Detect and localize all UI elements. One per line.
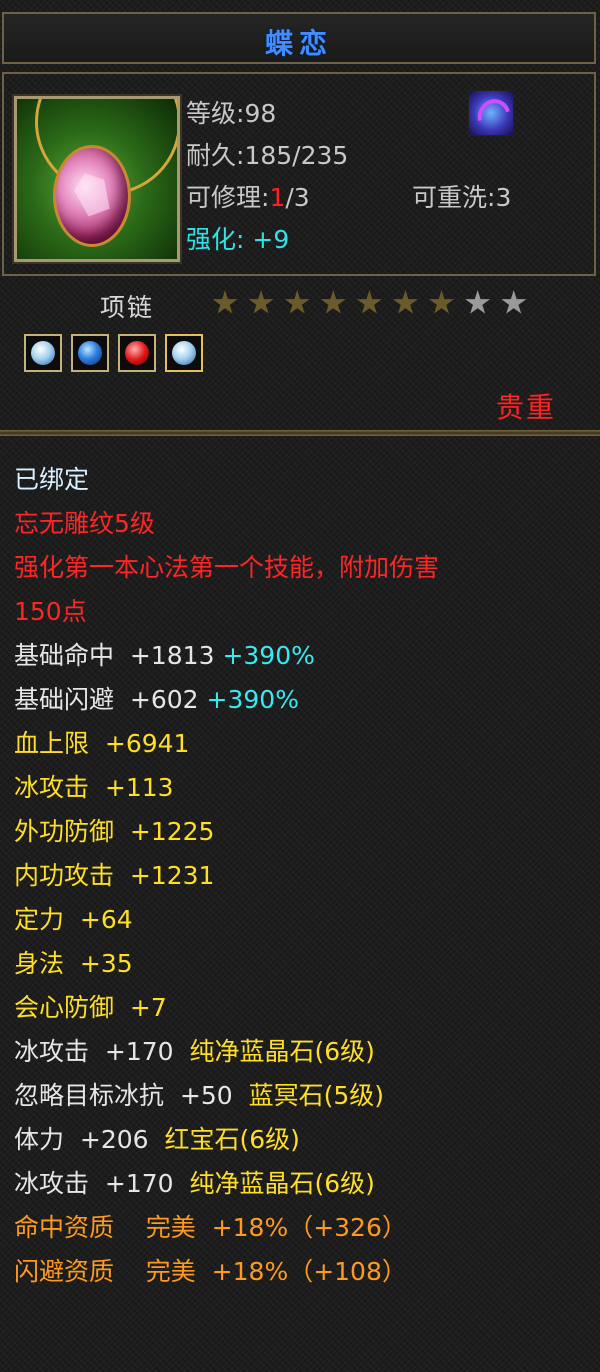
star-icon <box>392 290 418 314</box>
gem-stat-line-2: 忽略目标冰抗 +50 蓝冥石(5级) <box>14 1076 594 1120</box>
gem-stat-line-4: 冰攻击 +170 纯净蓝晶石(6级) <box>14 1164 594 1208</box>
repair-label: 可修理 <box>186 183 262 212</box>
external-defense-line: 外功防御 +1225 <box>14 817 215 846</box>
ruby-gem-icon[interactable] <box>118 334 156 372</box>
durability-label: 耐久 <box>186 141 237 170</box>
rewash-label: 可重洗 <box>412 183 488 212</box>
level-label: 等级 <box>186 99 237 128</box>
gem-name: 纯净蓝晶石(6级) <box>189 1037 375 1066</box>
gem-name: 蓝冥石(5级) <box>248 1081 384 1110</box>
focus-line: 定力 +64 <box>14 905 133 934</box>
ice-attack-line: 冰攻击 +113 <box>14 773 174 802</box>
aptitude-hit-line: 命中资质 完美 +18%（+326） <box>14 1213 407 1242</box>
hit-percent: +390% <box>222 641 315 670</box>
attribute-list: 已绑定 忘无雕纹5级 强化第一本心法第一个技能，附加伤害 150点 基础命中 +… <box>14 460 594 1296</box>
pale-blue-crystal-gem-icon[interactable] <box>24 334 62 372</box>
gem-stat-line-3: 体力 +206 红宝石(6级) <box>14 1120 594 1164</box>
gem-stat: 冰攻击 +170 <box>14 1169 174 1198</box>
gem-stat: 忽略目标冰抗 +50 <box>14 1081 233 1110</box>
item-name: 蝶恋 <box>264 27 333 60</box>
agility-line: 身法 +35 <box>14 949 133 978</box>
enhance-label: 强化: <box>186 225 245 254</box>
gem-stat: 体力 +206 <box>14 1125 149 1154</box>
necklace-gem <box>53 145 131 247</box>
durability-value: 185/235 <box>244 141 349 170</box>
hit-label: 基础命中 <box>14 641 115 670</box>
purple-swirl-skill-icon[interactable] <box>468 90 517 139</box>
swirl-glyph <box>471 93 517 139</box>
aptitude-dodge-line: 闪避资质 完美 +18%（+108） <box>14 1257 407 1286</box>
rewash-line: 可重洗:3 <box>412 183 512 212</box>
crit-defense-line: 会心防御 +7 <box>14 993 167 1022</box>
empty-star-icon <box>501 290 527 314</box>
pale-blue-crystal-gem-icon-gold[interactable] <box>165 334 203 372</box>
star-icon <box>248 290 274 314</box>
star-icon <box>429 290 455 314</box>
star-icon <box>320 290 346 314</box>
empty-star-icon <box>465 290 491 314</box>
gem-name: 纯净蓝晶石(6级) <box>189 1169 375 1198</box>
hit-value: +1813 <box>129 641 215 670</box>
dodge-label: 基础闪避 <box>14 685 115 714</box>
enhance-value: +9 <box>252 225 290 254</box>
level-line: 等级:98 <box>186 99 277 128</box>
gem-name: 红宝石(6级) <box>164 1125 300 1154</box>
hit-line: 基础命中 +1813 +390% <box>14 636 594 680</box>
gem-sockets <box>24 334 212 376</box>
hp-line: 血上限 +6941 <box>14 729 190 758</box>
repair-line: 可修理:1/3 <box>186 183 310 212</box>
level-value: 98 <box>244 99 277 128</box>
skill-bonus-line-2: 150点 <box>14 597 87 626</box>
bound-status: 已绑定 <box>14 465 90 494</box>
star-icon <box>212 290 238 314</box>
pink-gem-necklace-icon[interactable] <box>12 94 182 264</box>
rarity-label: 贵重 <box>496 391 557 424</box>
repair-used: 1 <box>269 183 286 212</box>
enhance-line: 强化: +9 <box>186 220 289 256</box>
dodge-line: 基础闪避 +602 +390% <box>14 680 594 724</box>
blue-crystal-gem-icon[interactable] <box>71 334 109 372</box>
item-type: 项链 <box>100 293 155 322</box>
dodge-value: +602 <box>129 685 199 714</box>
gem-facet <box>70 168 114 218</box>
star-rating <box>212 290 532 320</box>
rewash-value: 3 <box>495 183 512 212</box>
star-icon <box>356 290 382 314</box>
repair-total: /3 <box>285 183 310 212</box>
durability-line: 耐久:185/235 <box>186 141 349 170</box>
internal-attack-line: 内功攻击 +1231 <box>14 861 215 890</box>
engrave-line: 忘无雕纹5级 <box>14 509 155 538</box>
dodge-percent: +390% <box>206 685 299 714</box>
star-icon <box>284 290 310 314</box>
title-bar: 蝶恋 <box>2 12 596 64</box>
item-tooltip: 蝶恋 等级:98 耐久:185/235 可修理:1/3 可重洗:3 强化: +9… <box>0 0 600 1372</box>
gem-stat-line-1: 冰攻击 +170 纯净蓝晶石(6级) <box>14 1032 594 1076</box>
skill-bonus-line: 强化第一本心法第一个技能，附加伤害 <box>14 553 440 582</box>
gem-stat: 冰攻击 +170 <box>14 1037 174 1066</box>
item-header: 等级:98 耐久:185/235 可修理:1/3 可重洗:3 强化: +9 <box>2 72 596 276</box>
section-divider <box>0 430 600 436</box>
